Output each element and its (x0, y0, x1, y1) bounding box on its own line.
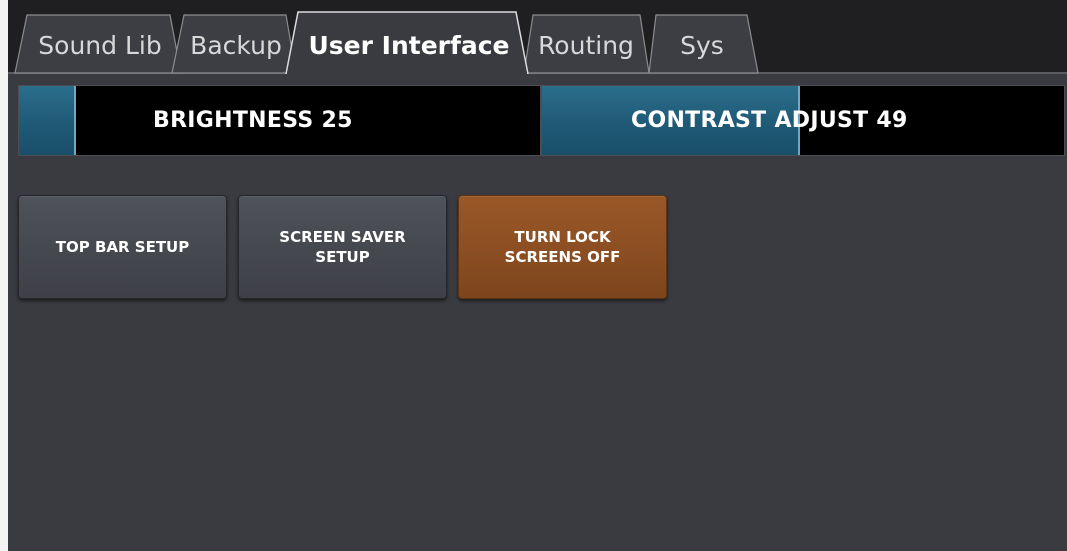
tab-sys[interactable]: Sys (656, 29, 748, 63)
screen-saver-setup-label: SCREEN SAVER SETUP (279, 228, 406, 266)
screen-saver-setup-button[interactable]: SCREEN SAVER SETUP (238, 195, 447, 299)
top-bar-setup-label: TOP BAR SETUP (55, 238, 190, 256)
ui-screen: Sound Lib Backup User Interface Routing … (0, 0, 1067, 551)
left-edge-rail (0, 0, 8, 551)
top-bar-setup-button[interactable]: TOP BAR SETUP (18, 195, 227, 299)
contrast-fader[interactable]: CONTRAST ADJUST 49 (541, 85, 1065, 156)
contrast-label: CONTRAST ADJUST 49 (631, 108, 908, 133)
tab-user-interface[interactable]: User Interface (298, 29, 520, 63)
tab-routing[interactable]: Routing (531, 29, 641, 63)
turn-lock-screens-off-label: TURN LOCK SCREENS OFF (504, 228, 621, 266)
brightness-fader-fill (19, 86, 77, 155)
brightness-fader[interactable]: BRIGHTNESS 25 (18, 85, 541, 156)
brightness-label: BRIGHTNESS 25 (153, 108, 353, 133)
turn-lock-screens-off-button[interactable]: TURN LOCK SCREENS OFF (458, 195, 667, 299)
tab-sound-lib[interactable]: Sound Lib (27, 29, 173, 63)
tab-backup[interactable]: Backup (184, 29, 288, 63)
